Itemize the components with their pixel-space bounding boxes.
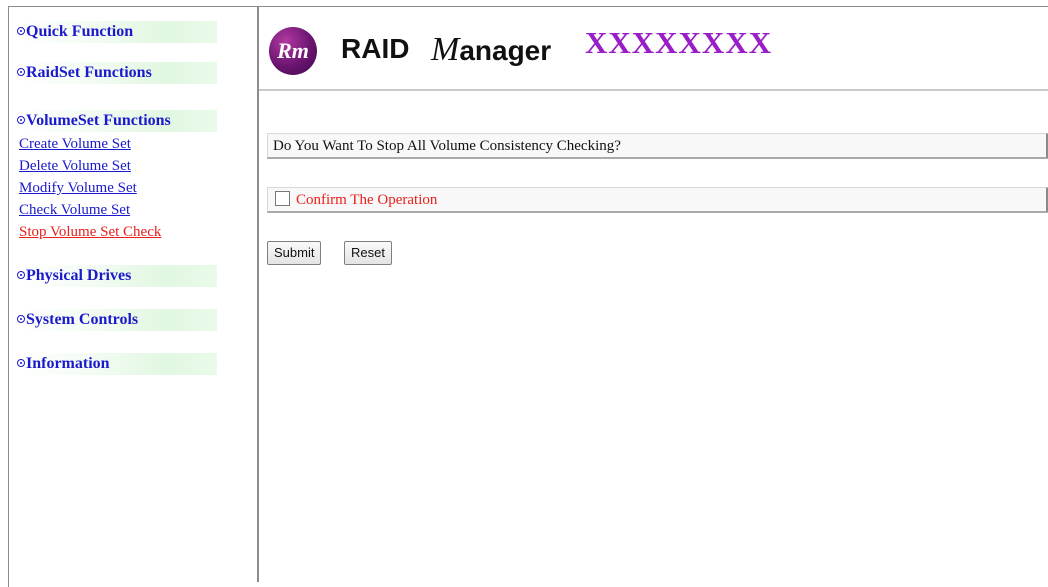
nav-link-stop-volume-set-check[interactable]: Stop Volume Set Check (19, 223, 161, 241)
nav-link-create-volume-set[interactable]: Create Volume Set (19, 135, 131, 153)
question-text: Do You Want To Stop All Volume Consisten… (273, 138, 621, 154)
nav-section-volumeset-functions[interactable]: VolumeSet Functions (17, 110, 217, 132)
bullet-icon (17, 271, 25, 279)
bullet-icon (17, 68, 25, 76)
nav-section-physical-drives[interactable]: Physical Drives (17, 265, 217, 287)
nav-section-system-controls[interactable]: System Controls (17, 309, 217, 331)
main-content: Do You Want To Stop All Volume Consisten… (259, 7, 1048, 582)
question-bar: Do You Want To Stop All Volume Consisten… (267, 133, 1048, 159)
sidebar-nav: Quick Function RaidSet Functions VolumeS… (9, 7, 259, 582)
nav-section-information[interactable]: Information (17, 353, 217, 375)
nav-section-label: Quick Function (26, 23, 134, 40)
nav-section-quick-function[interactable]: Quick Function (17, 21, 217, 43)
nav-section-label: RaidSet Functions (26, 64, 152, 81)
confirm-checkbox[interactable] (275, 191, 290, 206)
nav-section-label: Information (26, 355, 110, 372)
nav-link-check-volume-set[interactable]: Check Volume Set (19, 201, 130, 219)
nav-section-raidset-functions[interactable]: RaidSet Functions (17, 62, 217, 84)
app-frame: Quick Function RaidSet Functions VolumeS… (8, 6, 1048, 587)
nav-section-label: Physical Drives (26, 267, 132, 284)
nav-section-label: System Controls (26, 311, 139, 328)
nav-link-delete-volume-set[interactable]: Delete Volume Set (19, 157, 131, 175)
confirm-label[interactable]: Confirm The Operation (296, 192, 437, 208)
nav-link-modify-volume-set[interactable]: Modify Volume Set (19, 179, 137, 197)
nav-section-label: VolumeSet Functions (26, 112, 171, 129)
bullet-icon (17, 359, 25, 367)
bullet-icon (17, 315, 25, 323)
bullet-icon (17, 116, 25, 124)
bullet-icon (17, 27, 25, 35)
confirm-bar: Confirm The Operation (267, 187, 1048, 213)
reset-button[interactable]: Reset (344, 241, 392, 265)
submit-button[interactable]: Submit (267, 241, 322, 265)
